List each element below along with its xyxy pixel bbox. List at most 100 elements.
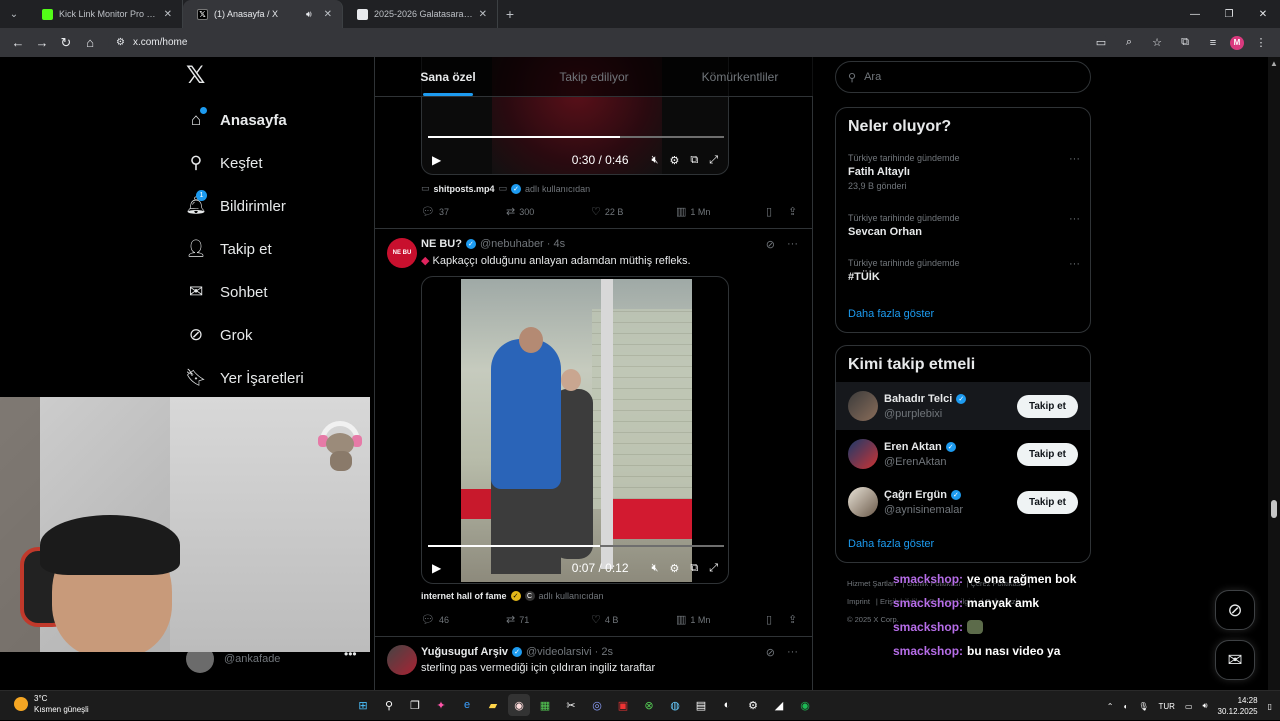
- more-icon[interactable]: ···: [787, 238, 798, 251]
- tab-kick[interactable]: Kick Link Monitor Pro | Stream ✕: [28, 0, 183, 28]
- fullscreen-icon[interactable]: ⤢: [709, 154, 718, 167]
- app-icon[interactable]: ▤: [690, 694, 712, 716]
- video-player[interactable]: ▶ 0:07 / 0:12 🔇︎ ⚙ ⧉ ⤢: [421, 276, 729, 584]
- clock[interactable]: 14:28 30.12.2025: [1218, 695, 1258, 717]
- views-button[interactable]: ▥ 1 Mn: [676, 205, 766, 218]
- install-app-icon[interactable]: ▭: [1090, 32, 1112, 54]
- xbox-icon[interactable]: ⊗: [638, 694, 660, 716]
- settings-icon[interactable]: ⚙: [669, 154, 679, 167]
- extensions-icon[interactable]: ⧉: [1174, 32, 1196, 54]
- task-view-icon[interactable]: ❐: [404, 694, 426, 716]
- more-icon[interactable]: ···: [787, 646, 798, 659]
- follow-suggestion[interactable]: Eren Aktan ✓ @ErenAktan Takip et: [836, 430, 1090, 478]
- mic-icon[interactable]: 🎙︎: [1138, 702, 1148, 711]
- weather-widget[interactable]: 3°C Kısmen güneşli: [14, 693, 89, 715]
- pip-icon[interactable]: ⧉: [690, 154, 698, 167]
- reply-button[interactable]: 💬︎ 46: [421, 613, 506, 626]
- home-button[interactable]: ⌂: [78, 31, 102, 55]
- spotify-icon[interactable]: ◉: [794, 694, 816, 716]
- discord-icon[interactable]: ◎: [586, 694, 608, 716]
- scroll-thumb[interactable]: [1271, 500, 1277, 518]
- video-progress[interactable]: [428, 545, 724, 547]
- like-button[interactable]: ♡ 4 B: [591, 613, 676, 626]
- nav-chat[interactable]: ✉ Sohbet: [186, 282, 268, 302]
- tab-x-home[interactable]: 𝕏 (1) Anasayfa / X 🔊︎ ✕: [183, 0, 343, 28]
- avatar[interactable]: [387, 645, 417, 675]
- video-source[interactable]: internet hall of fame ✓ C adlı kullanıcı…: [421, 591, 604, 601]
- nav-explore[interactable]: ⚲ Keşfet: [186, 153, 263, 173]
- grok-icon[interactable]: ⊘: [766, 646, 775, 659]
- site-info-icon[interactable]: ⚙: [116, 37, 125, 48]
- nav-follow[interactable]: 👤︎ Takip et: [185, 239, 272, 259]
- show-more-link[interactable]: Daha fazla göster: [848, 308, 934, 320]
- tab-search-button[interactable]: ⌄: [0, 0, 28, 28]
- fullscreen-icon[interactable]: ⤢: [709, 562, 718, 575]
- scroll-up-icon[interactable]: ▲: [1270, 59, 1278, 68]
- reply-button[interactable]: 💬︎ 37: [421, 205, 506, 218]
- video-source[interactable]: ▭ shitposts.mp4 ▭ ✓ adlı kullanıcıdan: [421, 183, 590, 194]
- speaker-icon[interactable]: 🔊︎: [306, 9, 312, 20]
- language-indicator[interactable]: TUR: [1158, 702, 1174, 711]
- follow-button[interactable]: Takip et: [1016, 442, 1078, 466]
- author-name[interactable]: NE BU?: [421, 238, 462, 250]
- chrome-menu-icon[interactable]: ⋮: [1250, 32, 1272, 54]
- nav-grok[interactable]: ⊘ Grok: [186, 325, 253, 345]
- zoom-icon[interactable]: ⌕: [1118, 32, 1140, 54]
- chevron-up-icon[interactable]: ⌃: [1107, 702, 1114, 711]
- repost-button[interactable]: ⇄ 71: [506, 613, 591, 626]
- views-button[interactable]: ▥ 1 Mn: [676, 613, 766, 626]
- repost-button[interactable]: ⇄ 300: [506, 205, 591, 218]
- app-icon[interactable]: ◢: [768, 694, 790, 716]
- follow-suggestion[interactable]: Bahadır Telci ✓ @purplebixi Takip et: [836, 382, 1090, 430]
- close-tab-icon[interactable]: ✕: [324, 9, 332, 20]
- search-input[interactable]: ⚲ Ara: [835, 61, 1091, 93]
- url-field[interactable]: ⚙ x.com/home: [108, 31, 1108, 54]
- footer-link[interactable]: Hizmet Şartları: [847, 579, 897, 588]
- video-progress[interactable]: [428, 136, 724, 138]
- author-handle[interactable]: @videolarsivi · 2s: [526, 646, 613, 658]
- play-icon[interactable]: ▶: [432, 561, 441, 575]
- close-tab-icon[interactable]: ✕: [479, 9, 487, 20]
- forward-button[interactable]: →: [30, 31, 54, 55]
- chrome-icon[interactable]: ◉: [508, 694, 530, 716]
- capcut-icon[interactable]: ✂: [560, 694, 582, 716]
- follow-suggestion[interactable]: Çağrı Ergün ✓ @aynisinemalar Takip et: [836, 478, 1090, 526]
- reload-button[interactable]: ↻: [54, 31, 78, 55]
- mute-icon[interactable]: 🔇︎: [652, 154, 659, 167]
- nav-home[interactable]: ⌂ Anasayfa: [186, 107, 287, 130]
- page-scrollbar[interactable]: ▲: [1268, 57, 1280, 690]
- share-button[interactable]: ⇪: [788, 613, 797, 626]
- file-explorer-icon[interactable]: ▰: [482, 694, 504, 716]
- share-button[interactable]: ⇪: [788, 205, 797, 218]
- notification-icon[interactable]: ▯: [1268, 702, 1272, 711]
- browser-icon[interactable]: ◍: [664, 694, 686, 716]
- follow-button[interactable]: Takip et: [1016, 490, 1078, 514]
- trend-item[interactable]: Türkiye tarihinde gündemde Fatih Altaylı…: [848, 153, 1080, 191]
- settings-icon[interactable]: ⚙: [742, 694, 764, 716]
- app-icon[interactable]: ▣: [612, 694, 634, 716]
- back-button[interactable]: ←: [6, 31, 30, 55]
- trend-item[interactable]: Türkiye tarihinde gündemde #TÜİK ···: [848, 258, 1080, 283]
- search-icon[interactable]: ⚲: [378, 694, 400, 716]
- tab-galatasaray[interactable]: 2025-2026 Galatasaray SK Sala ✕: [343, 0, 498, 28]
- avatar[interactable]: NE BU: [387, 238, 417, 268]
- messages-fab-button[interactable]: ✉: [1215, 640, 1255, 680]
- x-logo-icon[interactable]: 𝕏: [186, 64, 208, 88]
- restore-icon[interactable]: ❐: [1212, 0, 1246, 28]
- app-icon[interactable]: ◐: [716, 694, 738, 716]
- like-button[interactable]: ♡ 22 B: [591, 205, 676, 218]
- nav-bookmarks[interactable]: 🔖︎ Yer İşaretleri: [185, 368, 303, 388]
- more-icon[interactable]: ···: [1069, 213, 1080, 225]
- tab-following[interactable]: Takip ediliyor: [521, 57, 667, 96]
- tab-for-you[interactable]: Sana özel: [375, 57, 521, 96]
- mute-icon[interactable]: 🔇︎: [652, 562, 659, 575]
- settings-icon[interactable]: ⚙: [669, 562, 679, 575]
- more-icon[interactable]: ···: [1069, 153, 1080, 165]
- close-tab-icon[interactable]: ✕: [164, 9, 172, 20]
- network-icon[interactable]: ▭: [1185, 702, 1193, 711]
- grok-icon[interactable]: ⊘: [766, 238, 775, 251]
- play-icon[interactable]: ▶: [432, 153, 441, 167]
- profile-avatar[interactable]: M: [1230, 35, 1244, 50]
- more-icon[interactable]: ···: [1069, 258, 1080, 270]
- edge-icon[interactable]: e: [456, 694, 478, 716]
